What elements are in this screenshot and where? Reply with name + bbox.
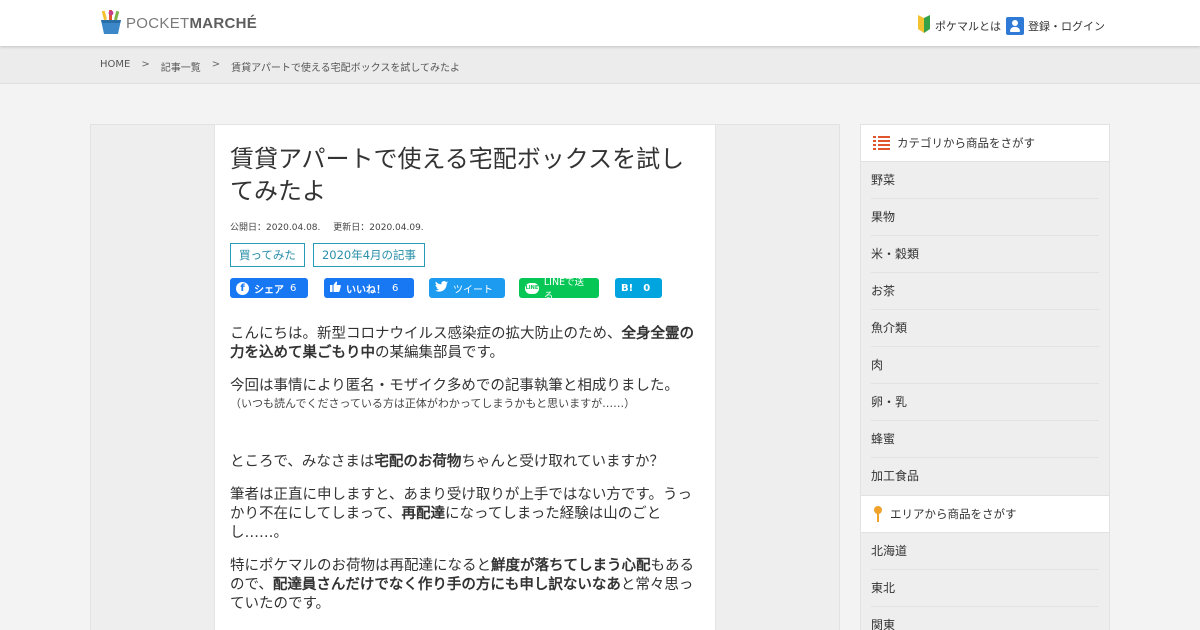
user-icon — [1006, 16, 1024, 35]
thumbs-up-icon — [330, 281, 341, 295]
line-icon: LINE — [525, 282, 539, 294]
facebook-like-label: いいね！ — [346, 284, 386, 296]
category-item-processed-food[interactable]: 加工食品 — [871, 458, 1099, 495]
about-link[interactable]: ポケマルとは — [917, 15, 1001, 36]
body-paragraph: こんにちは。新型コロナウイルス感染症の拡大防止のため、全身全霊の力を込めて巣ごも… — [230, 326, 694, 361]
category-item-fruits[interactable]: 果物 — [871, 199, 1099, 236]
category-heading-label: カテゴリから商品をさがす — [897, 136, 1035, 150]
breadcrumb-articles[interactable]: 記事一覧 — [161, 59, 201, 74]
category-list: 野菜 果物 米・穀類 お茶 魚介類 肉 卵・乳 蜂蜜 加工食品 — [860, 162, 1110, 495]
body-note: （いつも読んでくださっている方は正体がわかってしまうかもと思いますが……） — [230, 397, 636, 410]
article-card: 賃貸アパートで使える宅配ボックスを試してみたよ 公開日：2020.04.08. … — [214, 124, 716, 630]
body-paragraph: ところで、みなさまは宅配のお荷物ちゃんと受け取れていますか？ — [230, 454, 664, 470]
category-item-tea[interactable]: お茶 — [871, 273, 1099, 310]
article-title: 賃貸アパートで使える宅配ボックスを試してみたよ — [230, 145, 685, 205]
breadcrumb-bar: HOME > 記事一覧 > 賃貸アパートで使える宅配ボックスを試してみたよ — [0, 46, 1200, 84]
category-item-eggs-dairy[interactable]: 卵・乳 — [871, 384, 1099, 421]
about-link-label: ポケマルとは — [935, 19, 1001, 33]
logo-basket-icon — [100, 10, 122, 36]
key-icon — [873, 506, 883, 522]
area-item-hokkaido[interactable]: 北海道 — [871, 533, 1099, 570]
twitter-tweet-label: ツイート — [453, 284, 493, 296]
area-heading: エリアから商品をさがす — [860, 495, 1110, 533]
facebook-like-button[interactable]: いいね！ 6 — [324, 278, 414, 298]
sidebar: カテゴリから商品をさがす 野菜 果物 米・穀類 お茶 魚介類 肉 卵・乳 蜂蜜 … — [860, 124, 1110, 630]
twitter-tweet-button[interactable]: ツイート — [429, 278, 505, 298]
tag-bought[interactable]: 買ってみた — [230, 243, 305, 267]
beginner-mark-icon — [917, 15, 931, 36]
facebook-icon: f — [236, 281, 249, 295]
tag-april-2020[interactable]: 2020年4月の記事 — [312, 243, 426, 267]
hatena-bookmark-button[interactable]: B! 0 — [615, 278, 662, 298]
area-item-kanto[interactable]: 関東 — [871, 607, 1099, 630]
category-item-honey[interactable]: 蜂蜜 — [871, 421, 1099, 458]
category-heading: カテゴリから商品をさがす — [860, 124, 1110, 162]
breadcrumb-separator: > — [211, 59, 221, 70]
twitter-bird-icon — [435, 281, 448, 295]
area-item-tohoku[interactable]: 東北 — [871, 570, 1099, 607]
line-send-label: LINEで送る — [543, 277, 585, 302]
facebook-share-button[interactable]: f シェア 6 — [230, 278, 308, 298]
breadcrumb: HOME > 記事一覧 > 賃貸アパートで使える宅配ボックスを試してみたよ — [100, 59, 460, 74]
category-item-rice-grains[interactable]: 米・穀類 — [871, 236, 1099, 273]
article-body: こんにちは。新型コロナウイルス感染症の拡大防止のため、全身全霊の力を込めて巣ごも… — [230, 325, 700, 628]
breadcrumb-current: 賃貸アパートで使える宅配ボックスを試してみたよ — [231, 63, 461, 74]
article-dates: 公開日：2020.04.08. 更新日：2020.04.09. — [230, 220, 424, 233]
facebook-like-count: 6 — [392, 282, 399, 294]
area-list: 北海道 東北 関東 — [860, 533, 1110, 630]
updated-date: 更新日：2020.04.09. — [333, 223, 424, 233]
hatena-bookmark-count: 0 — [643, 282, 651, 294]
body-paragraph: 筆者は正直に申しますと、あまり受け取りが上手ではない方です。うっかり不在にしてし… — [230, 487, 692, 541]
area-heading-label: エリアから商品をさがす — [890, 507, 1017, 521]
article-tags: 買ってみた 2020年4月の記事 — [230, 243, 433, 267]
header-nav: ポケマルとは 登録・ログイン — [917, 15, 1105, 36]
breadcrumb-separator: > — [141, 59, 150, 70]
facebook-share-count: 6 — [290, 282, 297, 294]
list-icon — [873, 136, 890, 150]
body-paragraph: 今回は事情により匿名・モザイク多めでの記事執筆と相成りました。 （いつも読んでくだ… — [230, 377, 700, 411]
category-item-meat[interactable]: 肉 — [871, 347, 1099, 384]
facebook-share-label: シェア — [254, 284, 284, 296]
login-link-label: 登録・ログイン — [1028, 19, 1105, 33]
line-send-button[interactable]: LINE LINEで送る — [519, 277, 599, 302]
body-paragraph: 特にポケマルのお荷物は再配達になると鮮度が落ちてしまう心配もあるので、配達員さん… — [230, 558, 694, 612]
site-header: POCKETMARCHÉ ポケマルとは 登録・ログイン — [0, 0, 1200, 46]
breadcrumb-home[interactable]: HOME — [100, 59, 130, 74]
login-link[interactable]: 登録・ログイン — [1006, 16, 1105, 35]
site-logo[interactable]: POCKETMARCHÉ — [100, 10, 257, 36]
hatena-bookmark-icon: B! — [621, 282, 634, 294]
published-date: 公開日：2020.04.08. — [230, 223, 321, 233]
category-item-seafood[interactable]: 魚介類 — [871, 310, 1099, 347]
category-item-vegetables[interactable]: 野菜 — [871, 162, 1099, 199]
